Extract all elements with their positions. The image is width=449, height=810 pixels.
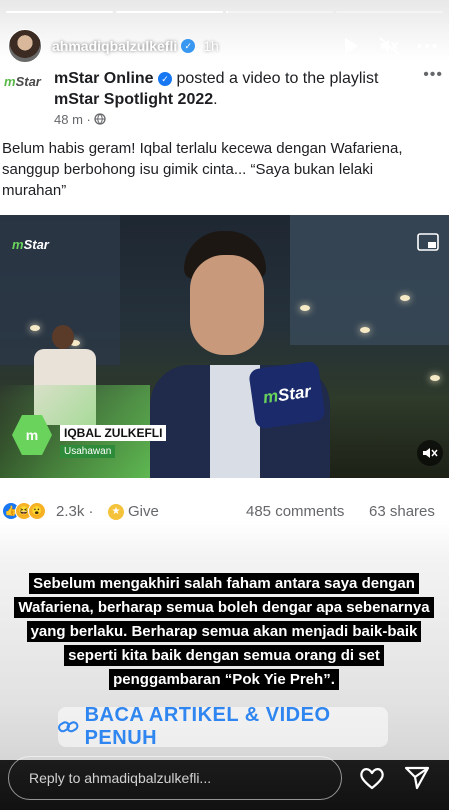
- verified-badge-icon: ✓: [181, 39, 196, 53]
- video-mute-icon[interactable]: [417, 440, 443, 466]
- reaction-icons[interactable]: 👍 😆 😮: [2, 502, 46, 520]
- playlist-name[interactable]: mStar Spotlight 2022: [54, 91, 213, 108]
- progress-segment: [336, 11, 443, 13]
- story-text-overlay: Sebelum mengakhiri salah faham antara sa…: [14, 572, 434, 692]
- picture-in-picture-icon[interactable]: [417, 233, 439, 251]
- post-caption: Belum habis geram! Iqbal terlalu kecewa …: [2, 140, 403, 199]
- microphone-logo: m Star: [248, 360, 326, 430]
- heart-icon[interactable]: [358, 764, 386, 792]
- mute-icon[interactable]: [379, 36, 399, 56]
- shares-count[interactable]: 63 shares: [369, 503, 435, 520]
- progress-segment: [226, 11, 333, 13]
- story-time: 1h: [203, 38, 219, 54]
- link-label: BACA ARTIKEL & VIDEO PENUH: [84, 704, 331, 749]
- story-progress: [6, 11, 443, 13]
- reply-input[interactable]: [29, 770, 341, 786]
- link-icon: [58, 721, 79, 733]
- reaction-count[interactable]: 2.3k ·: [56, 503, 94, 520]
- play-icon[interactable]: [341, 36, 361, 56]
- video-watermark: mStar: [12, 237, 49, 252]
- give-button[interactable]: ★ Give: [108, 503, 159, 520]
- mstar-hex-logo: m: [12, 415, 52, 455]
- interviewee-role: Usahawan: [60, 445, 116, 458]
- story-username[interactable]: ahmadiqbalzulkefli: [52, 38, 177, 54]
- star-coin-icon: ★: [108, 503, 124, 520]
- page-name[interactable]: mStar Online: [54, 70, 154, 87]
- post-video[interactable]: mStar m IQBAL ZULKEFLI Usahawan m Star: [0, 215, 449, 478]
- wow-icon: 😮: [28, 502, 46, 520]
- reactions-bar: 👍 😆 😮 2.3k · ★ Give 485 comments 63 share…: [0, 500, 449, 526]
- progress-segment: [6, 11, 113, 13]
- post-meta: 48 m ·: [54, 112, 107, 127]
- post-title: mStar Online ✓ posted a video to the pla…: [54, 70, 379, 108]
- comments-count[interactable]: 485 comments: [246, 503, 344, 520]
- page-logo[interactable]: mStar: [4, 74, 46, 98]
- globe-icon: [94, 113, 107, 125]
- post-action-text: posted a video to the playlist: [176, 70, 379, 87]
- lower-third: m IQBAL ZULKEFLI Usahawan: [12, 415, 167, 458]
- send-icon[interactable]: [403, 764, 431, 792]
- story-header: ahmadiqbalzulkefli ✓ 1h: [8, 26, 437, 66]
- link-sticker[interactable]: BACA ARTIKEL & VIDEO PENUH: [58, 704, 388, 749]
- progress-segment: [116, 11, 223, 13]
- more-options-icon[interactable]: [417, 36, 437, 56]
- post-header: mStar mStar Online ✓ posted a video to t…: [0, 66, 449, 130]
- post-more-icon[interactable]: •••: [423, 66, 443, 84]
- verified-badge-icon: ✓: [158, 72, 173, 86]
- interviewee-name: IQBAL ZULKEFLI: [60, 425, 167, 441]
- avatar[interactable]: [8, 29, 42, 63]
- reply-bar[interactable]: [8, 756, 342, 800]
